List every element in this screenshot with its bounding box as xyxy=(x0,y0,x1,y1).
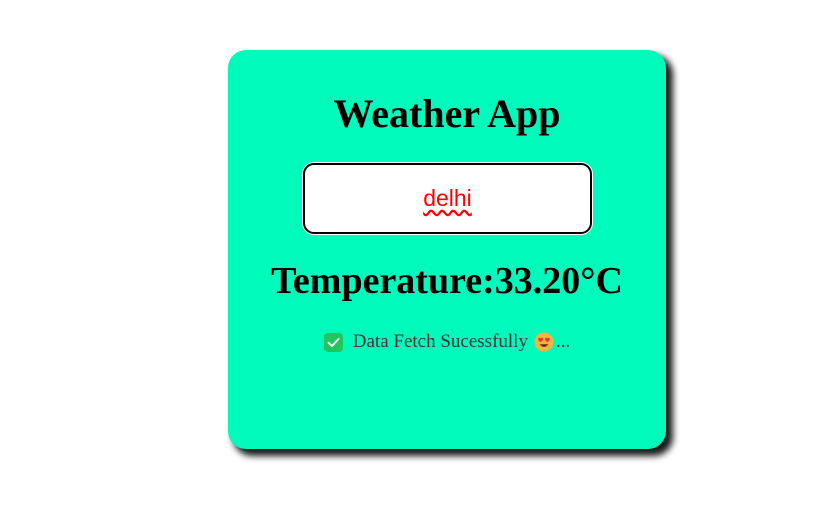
status-message: Data Fetch Sucessfully ... xyxy=(228,331,666,353)
status-suffix: ... xyxy=(555,331,571,352)
app-title: Weather App xyxy=(333,91,561,136)
status-text: Data Fetch Sucessfully xyxy=(352,331,528,352)
weather-card: Weather App delhi Temperature:33.20°C Da… xyxy=(228,50,666,449)
city-search-input[interactable]: delhi xyxy=(303,163,592,234)
city-input-value: delhi xyxy=(423,185,472,211)
check-box-icon xyxy=(323,332,343,352)
heart-eyes-emoji-icon xyxy=(534,332,554,352)
temperature-display: Temperature:33.20°C xyxy=(271,260,623,302)
